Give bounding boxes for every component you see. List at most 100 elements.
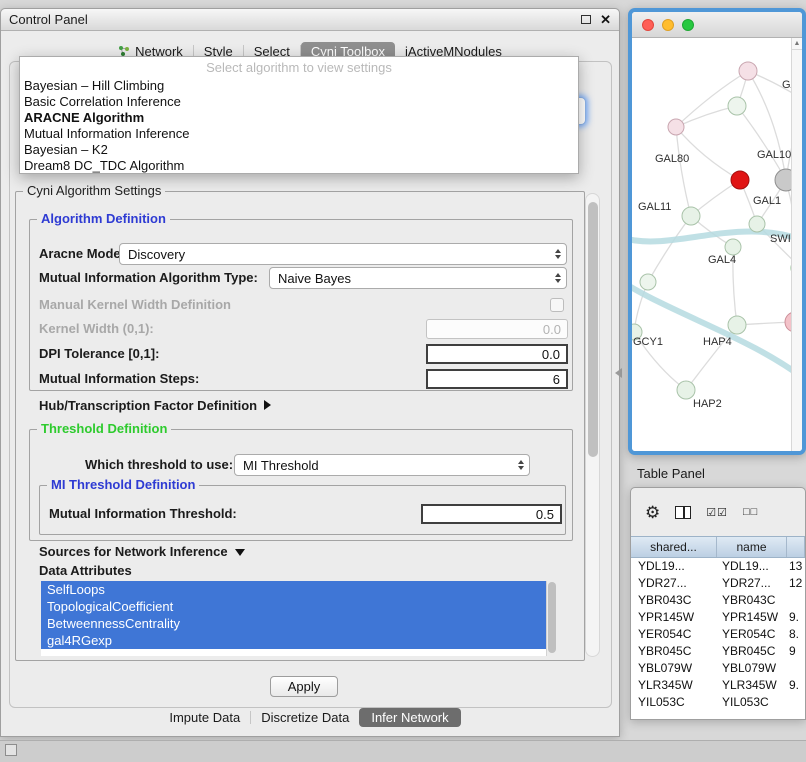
network-canvas[interactable]: GAL80GAL10GAL11GAL1SWI4GAL4GCY1HAP4HAP2G… [632,38,802,451]
table-cell: YDR27... [631,575,717,592]
table-row[interactable]: YBL079WYBL079W [631,660,805,677]
settings-group-title: Cyni Algorithm Settings [23,184,165,198]
kernel-width-label: Kernel Width (0,1): [39,318,154,340]
table-row[interactable]: YPR145WYPR145W9. [631,609,805,626]
close-icon[interactable]: ✕ [600,13,611,26]
network-node[interactable] [731,171,749,189]
network-scrollbar[interactable]: ▲ [791,38,802,451]
table-cell: 8. [787,626,805,643]
attribute-item[interactable]: SelfLoops [41,581,546,598]
dpi-tolerance-label: DPI Tolerance [0,1]: [39,343,159,365]
aracne-mode-label: Aracne Mode: [39,243,125,265]
scroll-up-arrow-icon[interactable]: ▲ [792,38,802,50]
node-label: GAL80 [655,153,689,165]
hub-section-toggle[interactable]: Hub/Transcription Factor Definition [39,395,271,417]
network-node[interactable] [725,239,741,255]
attributes-scrollbar[interactable] [546,581,557,656]
table-row[interactable]: YBR043CYBR043C [631,592,805,609]
settings-scrollbar-thumb[interactable] [588,202,598,457]
network-node[interactable] [739,62,757,80]
network-node[interactable] [668,119,684,135]
combo-arrows-icon [555,273,561,283]
algorithm-option[interactable]: Bayesian – Hill Climbing [20,78,578,94]
table-cell: YBL079W [631,660,717,677]
table-cell: YBR043C [631,592,717,609]
table-cell: 12 [787,575,805,592]
column-header-extra[interactable] [787,537,805,557]
restore-panel-icon[interactable] [5,744,17,756]
bottom-tabs: Impute Data Discretize Data Infer Networ… [1,708,619,727]
tab-discretize-data[interactable]: Discretize Data [251,708,359,727]
sources-section-toggle[interactable]: Sources for Network Inference [39,543,245,561]
checked-boxes-icon[interactable]: ☑☑ [706,506,728,519]
manual-kernel-label: Manual Kernel Width Definition [39,294,231,316]
network-node[interactable] [749,216,765,232]
zoom-traffic-light[interactable] [682,19,694,31]
columns-icon[interactable] [675,506,691,519]
table-row[interactable]: YIL053CYIL053C [631,694,805,711]
mi-algorithm-type-select[interactable]: Naive Bayes [269,267,567,289]
tab-infer-network[interactable]: Infer Network [359,708,460,727]
node-label: GAL10 [757,149,791,161]
table-row[interactable]: YLR345WYLR345W9. [631,677,805,694]
float-window-icon[interactable] [581,15,591,24]
table-cell: YBR045C [631,643,717,660]
table-row[interactable]: YBR045CYBR045C9 [631,643,805,660]
table-panel-window: ⚙ ☑☑ □□ shared... name YDL19...YDL19...1… [630,487,806,720]
column-header-shared[interactable]: shared... [631,537,717,557]
dpi-tolerance-field[interactable]: 0.0 [426,344,568,364]
column-header-name[interactable]: name [717,537,787,557]
attribute-item[interactable]: TopologicalCoefficient [41,598,546,615]
mi-algorithm-type-value: Naive Bayes [278,271,351,286]
table-cell: YBL079W [717,660,787,677]
table-row[interactable]: YDL19...YDL19...13 [631,558,805,575]
data-attributes-label: Data Attributes [39,562,132,580]
algorithm-option[interactable]: Bayesian – K2 [20,142,578,158]
node-label: GCY1 [633,336,663,348]
algorithm-option[interactable]: Dream8 DC_TDC Algorithm [20,158,578,174]
network-view-window: GAL80GAL10GAL11GAL1SWI4GAL4GCY1HAP4HAP2G… [628,8,806,455]
table-cell: 13 [787,558,805,575]
apply-button[interactable]: Apply [270,676,338,697]
unchecked-boxes-icon[interactable]: □□ [743,506,758,518]
tab-impute-data[interactable]: Impute Data [159,708,250,727]
network-node[interactable] [682,207,700,225]
pane-collapse-arrow[interactable] [615,368,622,378]
threshold-definition-title: Threshold Definition [37,422,171,436]
control-panel-window: Control Panel ✕ Network Style Select Cyn… [0,8,620,737]
sources-section-label: Sources for Network Inference [39,544,228,559]
network-window-titlebar [632,12,802,38]
which-threshold-select[interactable]: MI Threshold [234,454,530,476]
table-cell: YLR345W [631,677,717,694]
network-node[interactable] [640,274,656,290]
mi-steps-field[interactable]: 6 [426,369,568,389]
network-node[interactable] [728,316,746,334]
algorithm-option[interactable]: Basic Correlation Inference [20,94,578,110]
aracne-mode-select[interactable]: Discovery [119,243,567,265]
data-attributes-list: SelfLoopsTopologicalCoefficientBetweenne… [41,581,557,649]
attribute-item[interactable]: BetweennessCentrality [41,615,546,632]
node-label: GAL1 [753,195,781,207]
minimize-traffic-light[interactable] [662,19,674,31]
control-panel-titlebar: Control Panel ✕ [1,9,619,31]
table-cell: YBR043C [717,592,787,609]
table-body: YDL19...YDL19...13YDR27...YDR27...12YBR0… [631,558,805,720]
gear-icon[interactable]: ⚙ [645,504,660,521]
attribute-item[interactable]: gal4RGexp [41,632,546,649]
settings-scrollbar[interactable] [585,193,600,657]
network-node[interactable] [728,97,746,115]
algorithm-option[interactable]: ARACNE Algorithm [20,110,578,126]
table-row[interactable]: YDR27...YDR27...12 [631,575,805,592]
close-traffic-light[interactable] [642,19,654,31]
network-node[interactable] [677,381,695,399]
mi-threshold-field[interactable]: 0.5 [421,504,562,524]
table-row[interactable]: YER054CYER054C8. [631,626,805,643]
network-edge-thick [632,283,802,383]
algorithm-option[interactable]: Mutual Information Inference [20,126,578,142]
table-cell: YLR345W [717,677,787,694]
attributes-scrollbar-thumb[interactable] [548,582,556,653]
table-cell: YER054C [717,626,787,643]
network-edge [748,71,786,180]
mi-threshold-group-title: MI Threshold Definition [47,478,199,492]
node-label: GAL4 [708,254,736,266]
